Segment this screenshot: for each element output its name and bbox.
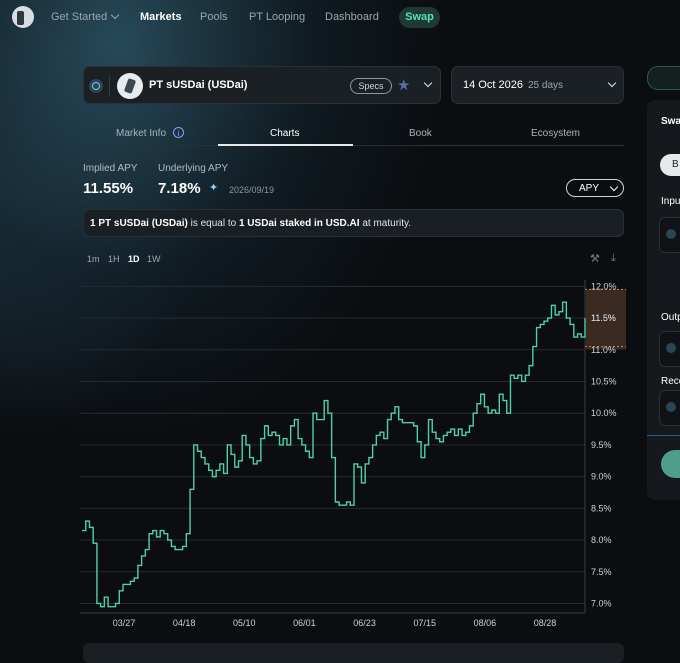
days-left: 25 days bbox=[528, 80, 564, 91]
chevron-down-icon[interactable] bbox=[423, 78, 433, 88]
market-selector[interactable]: PT sUSDai (USDai) Specs ★ bbox=[83, 66, 441, 104]
notice-text-end: at maturity. bbox=[359, 218, 412, 229]
y-tick-label: 7.0% bbox=[591, 598, 612, 608]
download-icon[interactable]: ⤓ bbox=[611, 252, 616, 265]
divider bbox=[109, 75, 110, 97]
input-label: Inpu bbox=[661, 196, 680, 207]
tabs-divider bbox=[83, 145, 624, 146]
divider bbox=[647, 435, 680, 436]
chevron-down-icon bbox=[111, 10, 120, 20]
nav-item-label: Get Started bbox=[51, 11, 108, 23]
nav-item-dashboard[interactable]: Dashboard bbox=[325, 11, 379, 23]
x-tick-label: 06/23 bbox=[353, 618, 376, 628]
current-value-label: 11.5% bbox=[591, 313, 616, 323]
series-line bbox=[82, 301, 586, 608]
chevron-down-icon bbox=[607, 78, 617, 88]
market-name: PT sUSDai (USDai) bbox=[149, 79, 248, 91]
specs-button[interactable]: Specs bbox=[350, 78, 392, 94]
implied-apy-value: 11.55% bbox=[83, 180, 134, 197]
timeframe-1m[interactable]: 1m bbox=[87, 254, 100, 264]
swap-panel-title: Swa bbox=[661, 116, 680, 127]
underlying-apy-value: 7.18% bbox=[158, 180, 201, 197]
y-tick-label: 10.5% bbox=[591, 376, 617, 386]
notice-underlying: 1 USDai staked in USD.AI bbox=[238, 218, 360, 229]
nav-item-pt-looping[interactable]: PT Looping bbox=[249, 11, 305, 23]
x-tick-label: 08/28 bbox=[534, 618, 557, 628]
y-tick-label: 11.0% bbox=[591, 345, 616, 355]
apy-chart[interactable]: 7.0% 7.5% 8.0% 8.5% 9.0% 9.5% 10.0% 10.5% 11.0% 1… bbox=[80, 280, 630, 636]
input-field[interactable] bbox=[659, 217, 680, 253]
output-label: Outp bbox=[661, 312, 680, 323]
x-tick-label: 06/01 bbox=[293, 618, 316, 628]
notice-text: is equal to bbox=[187, 218, 239, 229]
token-icon bbox=[666, 229, 676, 239]
underlying-apy-label: Underlying APY bbox=[158, 163, 229, 174]
underlying-apy-date: 2026/09/19 bbox=[229, 185, 275, 195]
timeframe-1d[interactable]: 1D bbox=[128, 254, 140, 264]
y-tick-label: 9.0% bbox=[591, 472, 612, 482]
token-icon bbox=[666, 343, 676, 353]
y-tick-label: 12.0% bbox=[591, 281, 617, 291]
chevron-down-icon bbox=[609, 182, 619, 192]
star-icon[interactable]: ★ bbox=[397, 76, 410, 94]
token-icon bbox=[666, 402, 676, 412]
maturity-notice: 1 PT sUSDai (USDai) is equal to 1 USDai … bbox=[83, 209, 624, 237]
timeframe-1w[interactable]: 1W bbox=[147, 254, 161, 264]
x-tick-label: 05/10 bbox=[233, 618, 256, 628]
app-logo[interactable] bbox=[12, 6, 34, 28]
notice-pt: 1 PT sUSDai (USDai) bbox=[90, 218, 188, 229]
chart-grid bbox=[80, 285, 585, 604]
swap-mode-label: B bbox=[672, 159, 679, 170]
x-axis-ticks: 03/27 04/18 05/10 06/01 06/23 07/15 08/06 08/28 bbox=[113, 618, 557, 628]
active-tab-indicator bbox=[218, 144, 353, 146]
swap-mode-chip[interactable]: B bbox=[660, 154, 680, 176]
wrench-icon[interactable]: ⚒ bbox=[590, 252, 600, 265]
tab-market-info[interactable]: Market Info bbox=[116, 128, 166, 139]
x-tick-label: 07/15 bbox=[413, 618, 436, 628]
top-nav: Get Started Markets Pools PT Looping Das… bbox=[0, 0, 680, 36]
nav-item-swap[interactable]: Swap bbox=[399, 7, 440, 28]
y-tick-label: 8.5% bbox=[591, 503, 612, 513]
protocol-logo-icon bbox=[89, 79, 103, 93]
x-tick-label: 03/27 bbox=[113, 618, 136, 628]
nav-item-markets[interactable]: Markets bbox=[140, 11, 182, 23]
bottom-info-box bbox=[83, 643, 624, 663]
output-field[interactable] bbox=[659, 331, 680, 367]
nav-item-pools[interactable]: Pools bbox=[200, 11, 228, 23]
nav-item-get-started[interactable]: Get Started bbox=[51, 10, 120, 23]
apy-metric-select[interactable]: APY bbox=[566, 179, 624, 197]
receive-label: Reco bbox=[661, 376, 680, 387]
apy-metric-label: APY bbox=[579, 183, 600, 194]
y-tick-label: 10.0% bbox=[591, 408, 617, 418]
token-logo-icon bbox=[117, 73, 143, 99]
tab-book[interactable]: Book bbox=[409, 128, 432, 139]
tab-charts[interactable]: Charts bbox=[270, 128, 299, 139]
info-icon[interactable]: i bbox=[173, 127, 184, 138]
y-tick-label: 8.0% bbox=[591, 535, 612, 545]
y-tick-label: 9.5% bbox=[591, 440, 612, 450]
tab-ecosystem[interactable]: Ecosystem bbox=[531, 128, 580, 139]
implied-apy-label: Implied APY bbox=[83, 163, 138, 174]
sparkle-icon: ✦ bbox=[209, 182, 219, 194]
y-tick-label: 7.5% bbox=[591, 567, 612, 577]
maturity-selector[interactable]: 14 Oct 2026 25 days bbox=[451, 66, 624, 104]
x-tick-label: 08/06 bbox=[474, 618, 497, 628]
timeframe-1h[interactable]: 1H bbox=[108, 254, 120, 264]
right-panel-toggle[interactable] bbox=[647, 66, 680, 90]
maturity-date: 14 Oct 2026 bbox=[463, 79, 523, 91]
x-tick-label: 04/18 bbox=[173, 618, 196, 628]
receive-field[interactable] bbox=[659, 390, 680, 426]
